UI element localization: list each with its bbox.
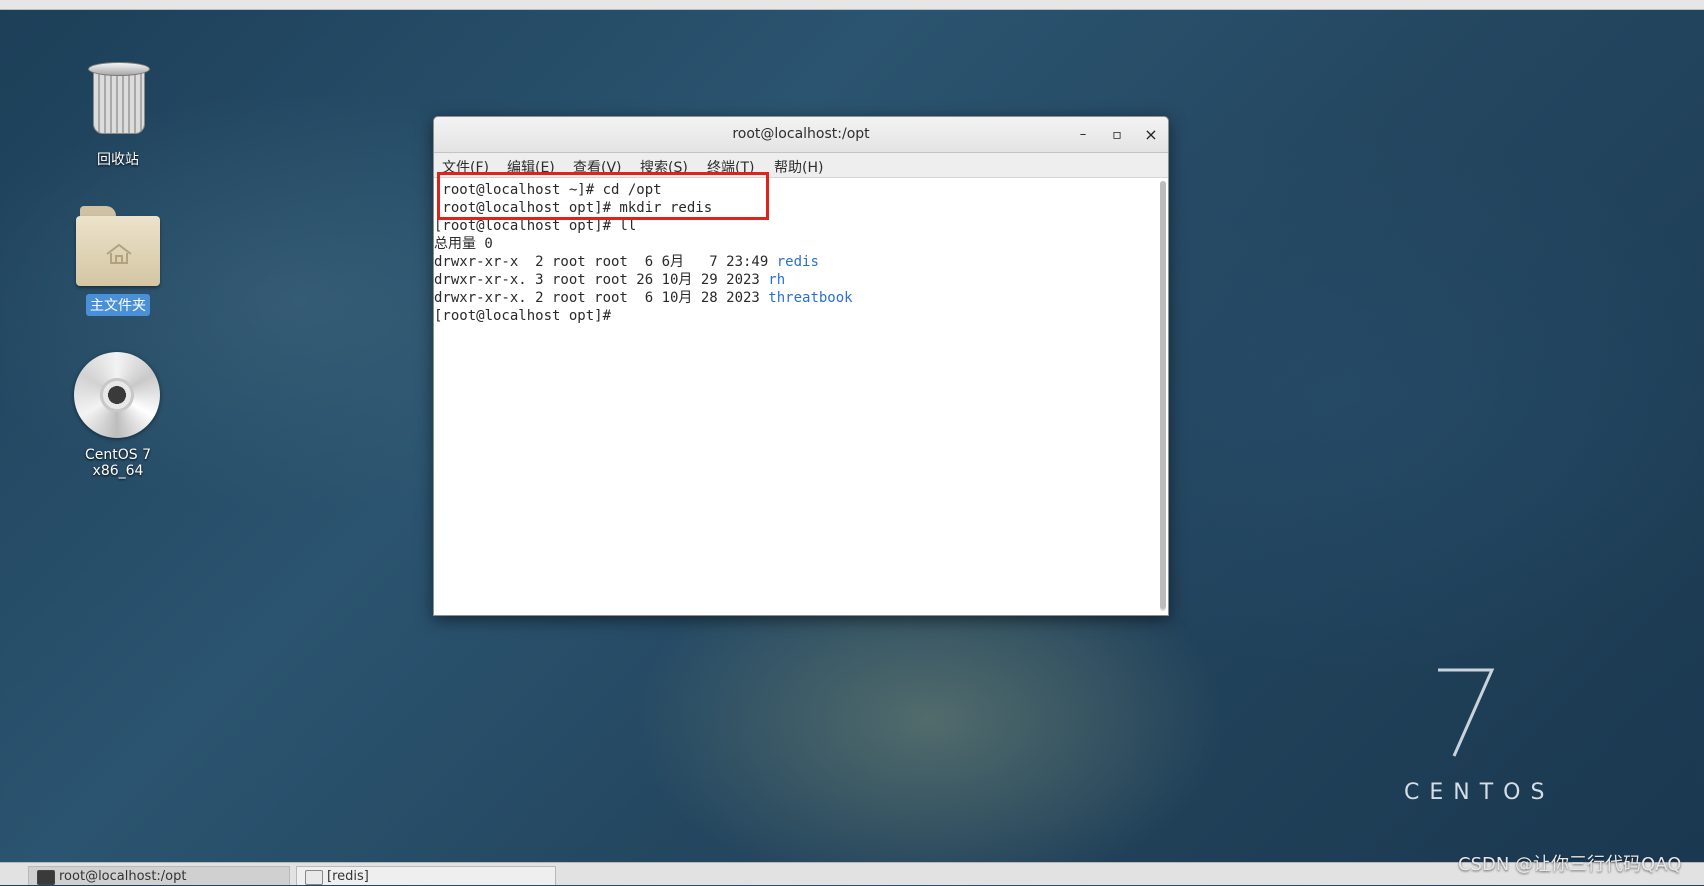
disc-icon[interactable] [74,352,160,438]
terminal-icon [37,870,55,885]
minimize-button[interactable]: – [1074,126,1092,144]
listing-row: drwxr-xr-x 2 root root 6 6月 7 23:49 redi… [434,253,819,271]
window-titlebar[interactable]: root@localhost:/opt – ▫ × [434,117,1168,153]
terminal-scrollbar[interactable] [1160,181,1166,611]
desktop-home-folder[interactable]: 主文件夹 [58,294,178,316]
desktop-centos-disc[interactable]: CentOS 7 x86_64 [58,446,178,480]
terminal-output[interactable]: [root@localhost ~]# cd /opt [root@localh… [434,179,1156,615]
task-terminal[interactable]: root@localhost:/opt [28,866,290,885]
centos-7-logo [1438,668,1495,757]
listing-meta: drwxr-xr-x. 2 root root 6 10月 28 2023 [434,290,769,306]
top-panel [0,0,1704,10]
centos-brand-text: CENTOS [1404,780,1555,805]
task-label: [redis] [327,869,369,884]
listing-meta: drwxr-xr-x. 3 root root 26 10月 29 2023 [434,272,769,288]
watermark: CSDN @让你三行代码QAQ [1458,854,1682,875]
listing-row: drwxr-xr-x. 3 root root 26 10月 29 2023 r… [434,271,785,289]
terminal-line: 总用量 0 [434,236,493,252]
listing-dir-name: rh [768,272,786,288]
close-button[interactable]: × [1142,126,1160,144]
highlight-box [437,172,769,220]
disc-label: CentOS 7 x86_64 [84,447,151,479]
trash-icon[interactable] [88,62,150,136]
home-folder-icon[interactable] [76,206,160,288]
listing-meta: drwxr-xr-x 2 root root 6 6月 7 23:49 [434,254,777,270]
window-title: root@localhost:/opt [732,126,870,142]
listing-dir-name: threatbook [768,290,853,306]
listing-dir-name: redis [776,254,819,270]
house-icon [106,243,132,264]
task-label: root@localhost:/opt [59,869,187,884]
scrollbar-thumb[interactable] [1160,181,1166,609]
file-manager-icon [305,870,323,885]
task-file-manager[interactable]: [redis] [296,866,556,885]
trash-label: 回收站 [97,152,139,168]
maximize-button[interactable]: ▫ [1108,126,1126,144]
taskbar: root@localhost:/opt [redis] [0,862,1704,885]
terminal-prompt: [root@localhost opt]# [434,308,612,324]
home-folder-label: 主文件夹 [86,294,150,316]
menu-help[interactable]: 帮助(H) [774,157,823,177]
listing-row: drwxr-xr-x. 2 root root 6 10月 28 2023 th… [434,289,853,307]
